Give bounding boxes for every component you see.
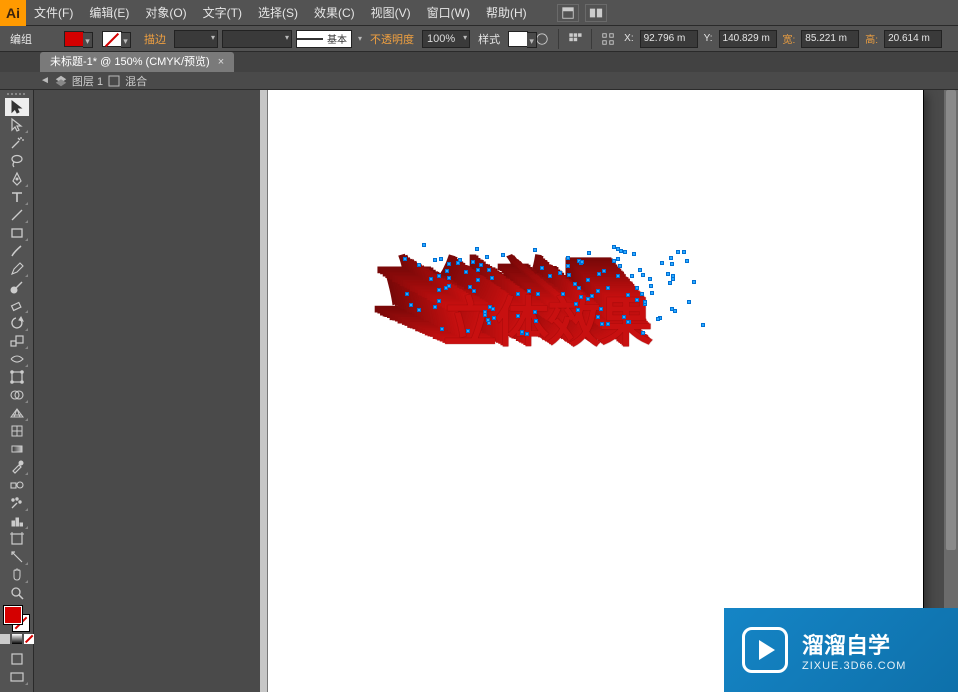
blend-tool[interactable] bbox=[5, 476, 29, 494]
selection-anchor-overlay bbox=[413, 232, 733, 352]
brush-preset[interactable]: 基本 bbox=[296, 30, 352, 48]
eraser-tool[interactable] bbox=[5, 296, 29, 314]
tool-panel bbox=[0, 90, 34, 692]
rotate-tool[interactable] bbox=[5, 314, 29, 332]
object-type-label: 编组 bbox=[6, 31, 36, 47]
align-icon[interactable] bbox=[565, 30, 585, 48]
width-tool[interactable] bbox=[5, 350, 29, 368]
menu-effect[interactable]: 效果(C) bbox=[306, 0, 363, 26]
workspace: /* layers generated inline below via sma… bbox=[0, 90, 958, 692]
back-arrow-icon[interactable]: ◄ bbox=[40, 75, 50, 86]
menu-view[interactable]: 视图(V) bbox=[363, 0, 419, 26]
lasso-tool[interactable] bbox=[5, 152, 29, 170]
menu-help[interactable]: 帮助(H) bbox=[478, 0, 535, 26]
stroke-swatch[interactable]: ▾ bbox=[102, 31, 122, 47]
app-logo: Ai bbox=[0, 0, 26, 26]
style-swatch[interactable]: ▾ bbox=[508, 31, 528, 47]
variable-width-profile-select[interactable]: ▾ bbox=[222, 30, 292, 48]
scrollbar-thumb[interactable] bbox=[946, 90, 956, 550]
canvas-area[interactable]: /* layers generated inline below via sma… bbox=[34, 90, 958, 692]
zoom-tool[interactable] bbox=[5, 584, 29, 602]
x-input[interactable] bbox=[640, 30, 698, 48]
arrange-icon-button[interactable] bbox=[585, 4, 607, 22]
tool-panel-grip[interactable] bbox=[2, 90, 32, 98]
document-tab[interactable]: 未标题-1* @ 150% (CMYK/预览) × bbox=[40, 52, 234, 72]
magic-wand-tool[interactable] bbox=[5, 134, 29, 152]
hand-tool[interactable] bbox=[5, 566, 29, 584]
mesh-tool[interactable] bbox=[5, 422, 29, 440]
artboard[interactable]: /* layers generated inline below via sma… bbox=[268, 90, 923, 692]
h-input[interactable] bbox=[884, 30, 942, 48]
scale-tool[interactable] bbox=[5, 332, 29, 350]
w-input[interactable] bbox=[801, 30, 859, 48]
transform-icon[interactable] bbox=[598, 30, 618, 48]
stroke-label[interactable]: 描边 bbox=[140, 31, 170, 47]
perspective-grid-tool[interactable] bbox=[5, 404, 29, 422]
watermark-brand: 溜溜自学 bbox=[802, 628, 906, 660]
menu-file[interactable]: 文件(F) bbox=[26, 0, 81, 26]
w-label: 宽: bbox=[781, 31, 798, 46]
style-label: 样式 bbox=[474, 31, 504, 47]
layer-breadcrumb: ◄ 图层 1 混合 bbox=[0, 72, 958, 90]
shape-builder-tool[interactable] bbox=[5, 386, 29, 404]
fill-stroke-color[interactable] bbox=[4, 606, 30, 632]
h-label: 高: bbox=[863, 31, 880, 46]
layout-icon-button[interactable] bbox=[557, 4, 579, 22]
menu-object[interactable]: 对象(O) bbox=[137, 0, 194, 26]
control-bar: 编组 ▾ ▾ 描边 ▾ ▾ 基本 ▾ 不透明度 100%▾ 样式 ▾ X: Y:… bbox=[0, 26, 958, 52]
free-transform-tool[interactable] bbox=[5, 368, 29, 386]
pencil-tool[interactable] bbox=[5, 260, 29, 278]
blob-brush-tool[interactable] bbox=[5, 278, 29, 296]
eyedropper-tool[interactable] bbox=[5, 458, 29, 476]
selection-tool[interactable] bbox=[5, 98, 29, 116]
direct-selection-tool[interactable] bbox=[5, 116, 29, 134]
menu-bar: Ai 文件(F) 编辑(E) 对象(O) 文字(T) 选择(S) 效果(C) 视… bbox=[0, 0, 958, 26]
artboard-tool[interactable] bbox=[5, 530, 29, 548]
brush-preset-dropdown-icon[interactable]: ▾ bbox=[358, 34, 362, 43]
layers-icon[interactable] bbox=[54, 74, 68, 88]
type-tool[interactable] bbox=[5, 188, 29, 206]
close-icon[interactable]: × bbox=[218, 52, 224, 72]
menu-select[interactable]: 选择(S) bbox=[250, 0, 306, 26]
watermark-banner: 溜溜自学 ZIXUE.3D66.COM bbox=[724, 608, 958, 692]
y-input[interactable] bbox=[719, 30, 777, 48]
rectangle-tool[interactable] bbox=[5, 224, 29, 242]
color-mode-buttons[interactable] bbox=[0, 634, 34, 644]
gradient-tool[interactable] bbox=[5, 440, 29, 458]
symbol-sprayer-tool[interactable] bbox=[5, 494, 29, 512]
line-tool[interactable] bbox=[5, 206, 29, 224]
breadcrumb-layer[interactable]: 图层 1 bbox=[72, 73, 103, 89]
artwork-3d-text[interactable]: /* layers generated inline below via sma… bbox=[413, 232, 733, 352]
group-icon bbox=[107, 74, 121, 88]
menu-type[interactable]: 文字(T) bbox=[195, 0, 250, 26]
foreground-color[interactable] bbox=[4, 606, 22, 624]
screen-mode-normal[interactable] bbox=[5, 650, 29, 668]
pen-tool[interactable] bbox=[5, 170, 29, 188]
stroke-weight-select[interactable]: ▾ bbox=[174, 30, 218, 48]
scrollbar-vertical[interactable]: ▾ bbox=[944, 90, 958, 692]
watermark-url: ZIXUE.3D66.COM bbox=[802, 660, 906, 672]
x-label: X: bbox=[622, 33, 635, 44]
opacity-select[interactable]: 100%▾ bbox=[422, 30, 470, 48]
column-graph-tool[interactable] bbox=[5, 512, 29, 530]
y-label: Y: bbox=[702, 33, 715, 44]
ruler-left bbox=[260, 90, 268, 692]
screen-mode-full[interactable] bbox=[5, 668, 29, 686]
slice-tool[interactable] bbox=[5, 548, 29, 566]
opacity-label[interactable]: 不透明度 bbox=[366, 31, 418, 47]
play-icon bbox=[742, 627, 788, 673]
document-tab-title: 未标题-1* @ 150% (CMYK/预览) bbox=[50, 52, 210, 72]
menu-window[interactable]: 窗口(W) bbox=[419, 0, 478, 26]
paintbrush-tool[interactable] bbox=[5, 242, 29, 260]
breadcrumb-item[interactable]: 混合 bbox=[125, 73, 147, 89]
menu-edit[interactable]: 编辑(E) bbox=[81, 0, 137, 26]
fill-swatch[interactable]: ▾ bbox=[64, 31, 84, 47]
document-tab-bar: 未标题-1* @ 150% (CMYK/预览) × bbox=[0, 52, 958, 72]
